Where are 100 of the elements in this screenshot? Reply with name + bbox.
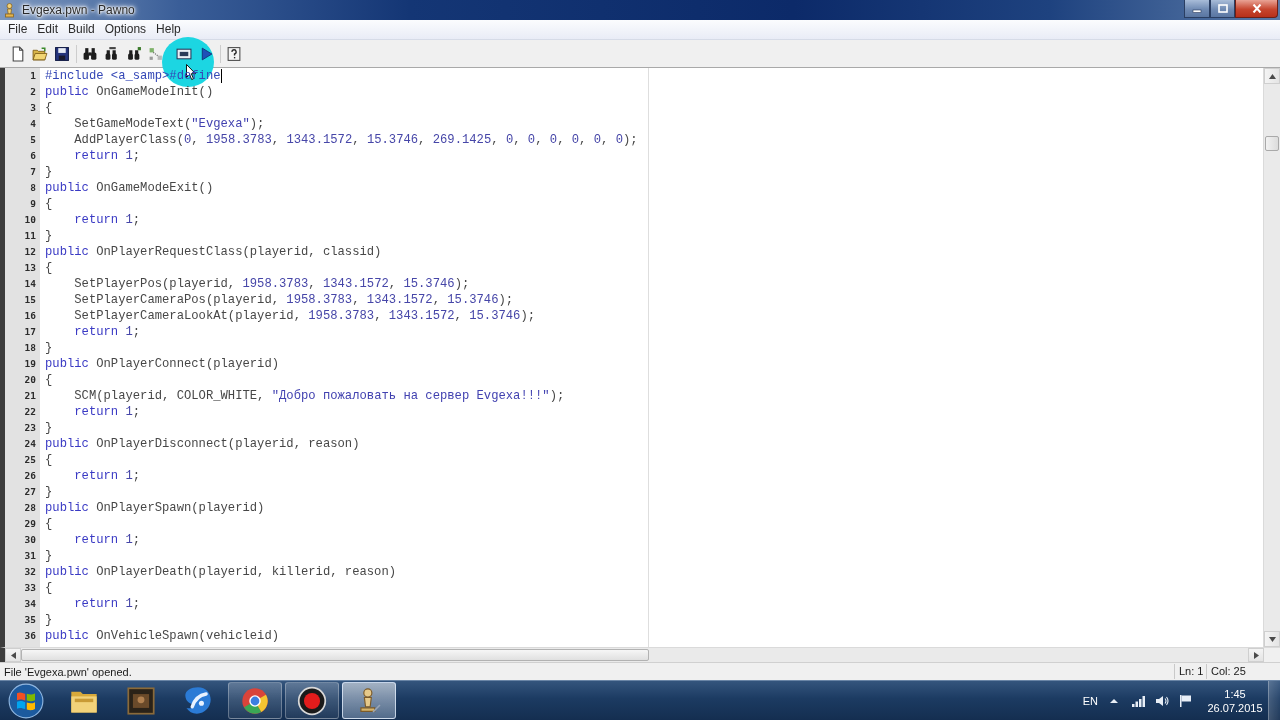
menu-item[interactable]: File bbox=[3, 21, 33, 38]
open-file-button[interactable] bbox=[30, 44, 49, 63]
help-page-icon bbox=[225, 45, 242, 62]
signal-bars-icon[interactable] bbox=[1132, 693, 1146, 708]
code-line: { bbox=[45, 372, 53, 388]
language-indicator[interactable]: EN bbox=[1082, 694, 1098, 707]
code-line: public OnGameModeExit() bbox=[45, 180, 214, 196]
line-number: 25 bbox=[24, 453, 36, 467]
line-number: 32 bbox=[24, 565, 36, 579]
line-number: 9 bbox=[30, 197, 36, 211]
code-line: public OnPlayerSpawn(playerid) bbox=[45, 500, 265, 516]
line-indicator: Ln: 1 bbox=[1174, 664, 1206, 679]
binoculars-bar-icon bbox=[103, 45, 120, 62]
code-line: public OnPlayerRequestClass(playerid, classid) bbox=[45, 244, 382, 260]
scrollbar-thumb[interactable] bbox=[21, 649, 649, 661]
maximize-button[interactable] bbox=[1210, 0, 1235, 18]
code-line: SetGameModeText("Evgexa"); bbox=[73, 116, 265, 132]
open-folder-icon bbox=[31, 45, 48, 62]
code-line: SetPlayerCameraLookAt(playerid, 1958.3783, 1343.1572, 15.3746); bbox=[73, 308, 536, 324]
column-indicator: Col: 25 bbox=[1206, 664, 1264, 679]
code-line: return 1; bbox=[73, 148, 141, 164]
code-line: return 1; bbox=[73, 324, 141, 340]
restore-icon bbox=[1217, 4, 1228, 13]
line-number: 10 bbox=[24, 213, 36, 227]
binoculars-square-icon bbox=[125, 45, 142, 62]
line-number: 28 bbox=[24, 501, 36, 515]
scroll-down-button[interactable] bbox=[1264, 631, 1280, 647]
code-line: { bbox=[45, 196, 53, 212]
line-number: 23 bbox=[24, 421, 36, 435]
scroll-left-button[interactable] bbox=[5, 648, 21, 662]
line-number: 17 bbox=[24, 325, 36, 339]
code-line: { bbox=[45, 580, 53, 596]
code-line: return 1; bbox=[73, 596, 141, 612]
left-arrow-icon bbox=[10, 651, 16, 659]
vertical-scrollbar[interactable] bbox=[1263, 68, 1280, 647]
show-desktop-button[interactable] bbox=[1268, 681, 1280, 720]
flag-icon[interactable] bbox=[1179, 693, 1192, 708]
status-message: File 'Evgexa.pwn' opened. bbox=[4, 665, 132, 678]
code-line: { bbox=[45, 100, 53, 116]
minimize-button[interactable] bbox=[1184, 0, 1210, 18]
code-line: AddPlayerClass(0, 1958.3783, 1343.1572, 15.3746, 269.1425, 0, 0, 0, 0, 0, 0); bbox=[73, 132, 638, 148]
horizontal-scrollbar[interactable] bbox=[0, 647, 1280, 662]
dotted-squares-icon bbox=[147, 45, 164, 62]
line-number: 36 bbox=[24, 629, 36, 643]
line-number: 6 bbox=[30, 149, 36, 163]
code-line: return 1; bbox=[73, 404, 141, 420]
code-line: public OnPlayerDisconnect(playerid, reason) bbox=[45, 436, 360, 452]
code-line: } bbox=[45, 420, 53, 436]
code-line: public OnVehicleSpawn(vehicleid) bbox=[45, 628, 280, 644]
help-button[interactable] bbox=[224, 44, 243, 63]
code-line: public OnGameModeInit() bbox=[45, 84, 214, 100]
line-number: 29 bbox=[24, 517, 36, 531]
line-number: 16 bbox=[24, 309, 36, 323]
record-icon bbox=[297, 685, 327, 716]
code-line: return 1; bbox=[73, 468, 141, 484]
code-line: return 1; bbox=[73, 532, 141, 548]
clock-time[interactable]: 1:45 bbox=[1224, 686, 1246, 701]
line-number: 1 bbox=[30, 69, 36, 83]
scroll-right-button[interactable] bbox=[1248, 648, 1264, 662]
line-number: 20 bbox=[24, 373, 36, 387]
code-line: { bbox=[45, 452, 53, 468]
speaker-icon[interactable] bbox=[1155, 693, 1169, 708]
scrollbar-thumb[interactable] bbox=[1265, 136, 1279, 151]
scroll-up-button[interactable] bbox=[1264, 68, 1280, 84]
down-arrow-icon bbox=[1268, 636, 1276, 642]
right-arrow-icon bbox=[1253, 651, 1259, 659]
framed-picture-icon bbox=[126, 685, 156, 716]
line-number: 7 bbox=[30, 165, 36, 179]
start-orb-icon bbox=[8, 682, 44, 719]
code-line: } bbox=[45, 484, 53, 500]
code-line: SCM(playerid, COLOR_WHITE, "Добро пожаловать на сервер Evgexa!!!"); bbox=[73, 388, 565, 404]
menu-item[interactable]: Build bbox=[63, 21, 100, 38]
binoculars-icon bbox=[81, 45, 98, 62]
close-icon bbox=[1251, 4, 1262, 13]
code-line: public OnPlayerConnect(playerid) bbox=[45, 356, 280, 372]
save-button[interactable] bbox=[52, 44, 71, 63]
code-line: } bbox=[45, 612, 53, 628]
window-title: Evgexa.pwn - Pawno bbox=[22, 3, 135, 17]
line-number: 30 bbox=[24, 533, 36, 547]
line-number: 12 bbox=[24, 245, 36, 259]
menu-item[interactable]: Edit bbox=[32, 21, 64, 38]
line-number: 34 bbox=[24, 597, 36, 611]
menu-item[interactable]: Options bbox=[99, 21, 152, 38]
code-line: } bbox=[45, 548, 53, 564]
close-button[interactable] bbox=[1235, 0, 1278, 18]
line-number: 15 bbox=[24, 293, 36, 307]
line-number: 4 bbox=[30, 117, 36, 131]
line-number: 13 bbox=[24, 261, 36, 275]
line-number: 5 bbox=[30, 133, 36, 147]
line-number: 18 bbox=[24, 341, 36, 355]
code-line: return 1; bbox=[73, 212, 141, 228]
up-arrow-icon bbox=[1268, 73, 1276, 79]
code-line: { bbox=[45, 516, 53, 532]
line-number: 2 bbox=[30, 85, 36, 99]
clock-date[interactable]: 26.07.2015 bbox=[1207, 700, 1263, 715]
line-number: 26 bbox=[24, 469, 36, 483]
line-number: 14 bbox=[24, 277, 36, 291]
line-number: 8 bbox=[30, 181, 36, 195]
menu-item[interactable]: Help bbox=[151, 21, 186, 38]
segmented-circle-icon bbox=[240, 685, 270, 716]
